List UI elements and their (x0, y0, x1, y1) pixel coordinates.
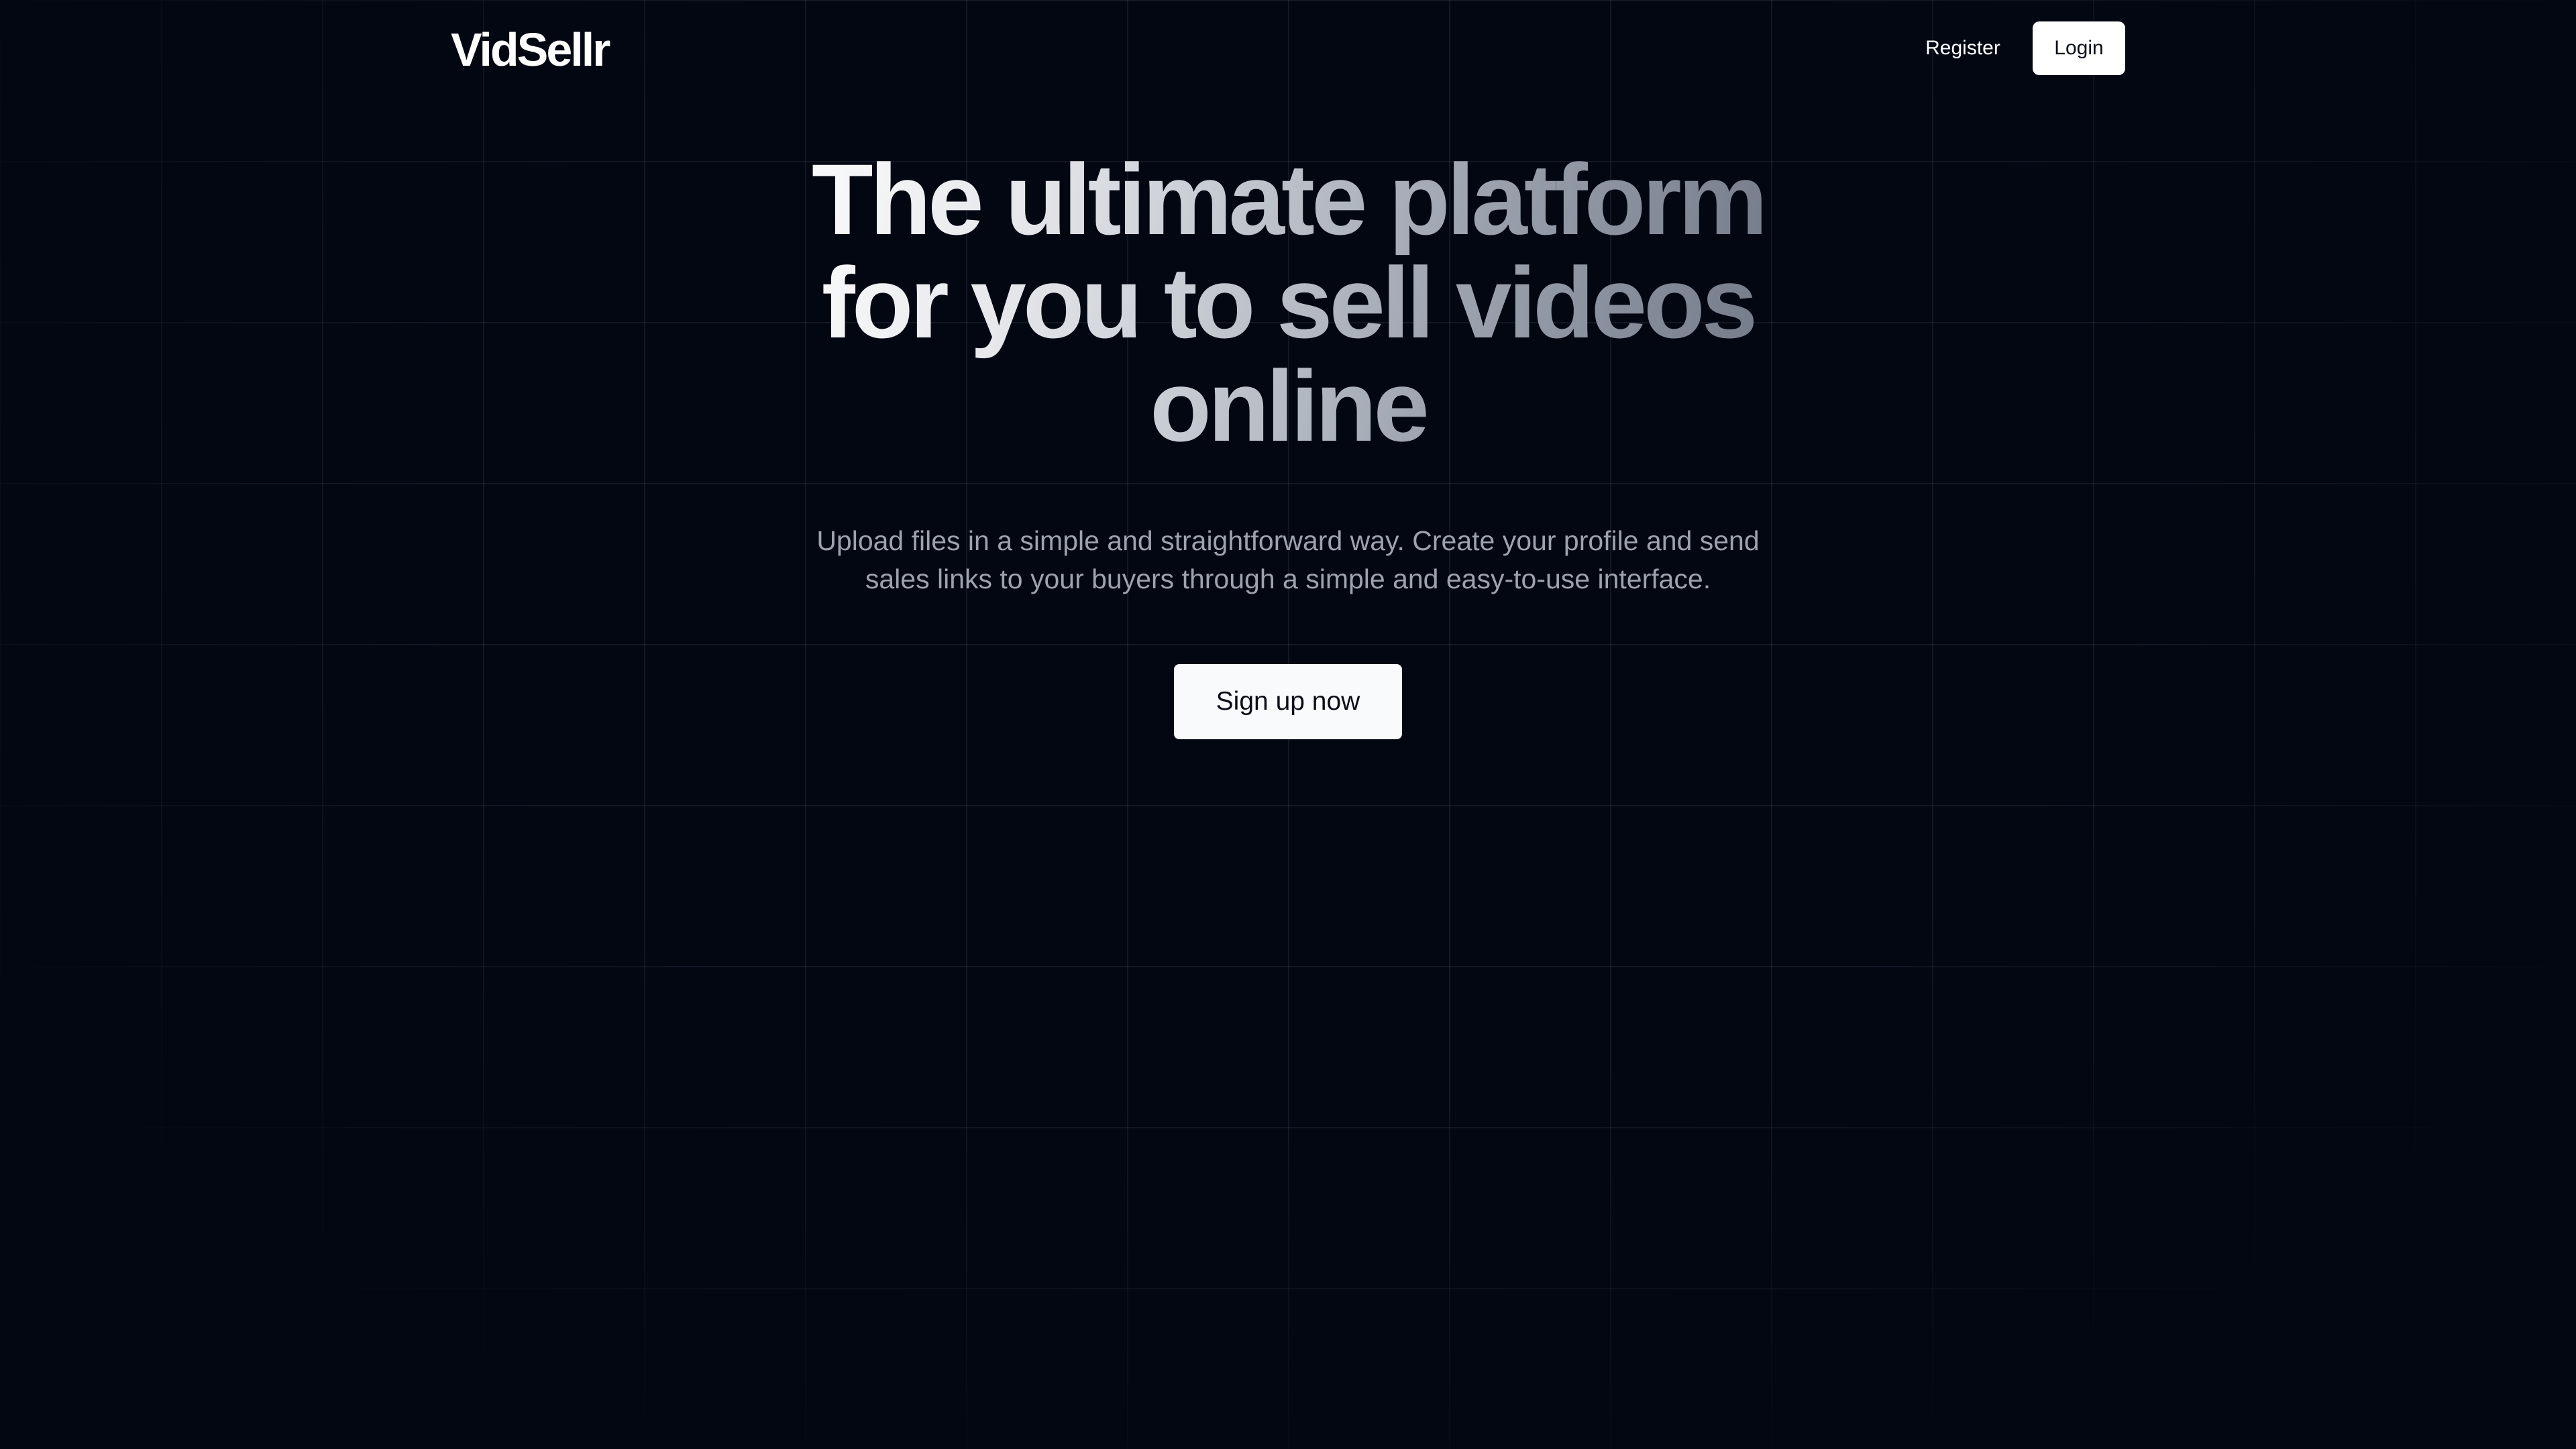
sign-up-button[interactable]: Sign up now (1174, 664, 1402, 739)
login-button[interactable]: Login (2033, 21, 2125, 75)
hero-subtitle: Upload files in a simple and straightfor… (816, 525, 1760, 594)
logo[interactable]: VidSellr (451, 23, 610, 76)
register-button[interactable]: Register (1908, 21, 2018, 75)
navbar: VidSellr Register Login (0, 0, 2576, 98)
hero-title: The ultimate platform for you to sell vi… (751, 148, 1825, 458)
